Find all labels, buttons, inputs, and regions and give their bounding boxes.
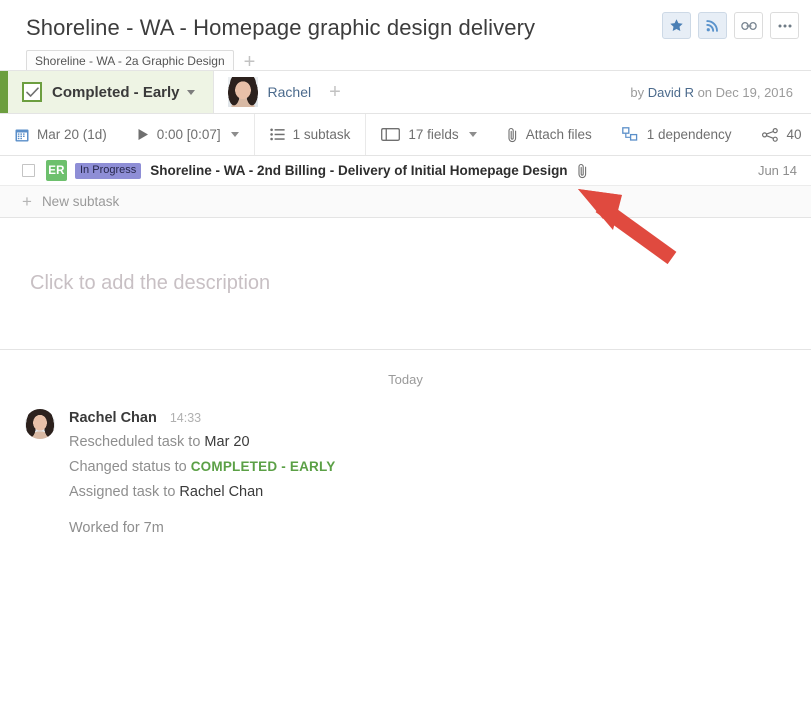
fields-icon — [381, 128, 401, 141]
subtask-checkbox[interactable] — [22, 164, 35, 177]
day-separator: Today — [388, 372, 423, 387]
add-assignee-button[interactable]: + — [329, 81, 341, 104]
task-toolbar: Mar 20 (1d) 0:00 [0:07] 1 subtask 17 fie… — [0, 114, 811, 156]
completed-checkbox-icon — [22, 82, 42, 102]
play-icon — [137, 128, 149, 141]
subtasks-label: 1 subtask — [292, 127, 351, 142]
created-date: Dec 19, 2016 — [715, 84, 793, 100]
reschedule-prefix: Rescheduled task to — [69, 434, 205, 450]
more-options-button[interactable] — [770, 12, 799, 39]
activity-entry-body: Rachel Chan 14:33 Rescheduled task to Ma… — [69, 409, 335, 536]
reschedule-value: Mar 20 — [204, 434, 250, 450]
chevron-down-icon[interactable] — [468, 132, 477, 137]
timer-label: 0:00 [0:07] — [156, 127, 221, 142]
status-badge: In Progress — [75, 162, 142, 179]
star-icon — [669, 18, 684, 33]
activity-entry-header: Rachel Chan 14:33 — [69, 410, 335, 426]
dependency-label: 1 dependency — [646, 127, 732, 142]
timer-button[interactable]: 0:00 [0:07] — [122, 114, 254, 155]
new-subtask-label: New subtask — [41, 194, 120, 209]
assign-value: Rachel Chan — [179, 484, 264, 500]
chevron-down-icon[interactable] — [230, 132, 239, 137]
activity-entry: Rachel Chan 14:33 Rescheduled task to Ma… — [0, 387, 811, 536]
fields-label: 17 fields — [408, 127, 459, 142]
created-middle: on — [693, 84, 716, 100]
assign-prefix: Assigned task to — [69, 484, 180, 500]
subtasks-button[interactable]: 1 subtask — [253, 114, 366, 155]
task-detail-page: Shoreline - WA - Homepage graphic design… — [0, 0, 811, 727]
created-author[interactable]: David R — [648, 85, 694, 100]
rss-icon — [705, 18, 720, 33]
list-icon — [269, 128, 285, 141]
attach-files-button[interactable]: Attach files — [492, 114, 607, 155]
copy-link-button[interactable] — [734, 12, 763, 39]
ellipsis-icon — [777, 23, 793, 29]
chevron-down-icon — [186, 89, 195, 95]
header-actions — [662, 12, 799, 39]
new-subtask-button[interactable]: + New subtask — [0, 186, 811, 218]
activity-time: 14:33 — [169, 411, 202, 425]
attach-files-label: Attach files — [525, 127, 592, 142]
status-change-value: COMPLETED - EARLY — [190, 459, 336, 474]
page-header: Shoreline - WA - Homepage graphic design… — [0, 0, 811, 73]
activity-worked-time: Worked for 7m — [69, 520, 164, 536]
activity-line-status: Changed status to COMPLETED - EARLY — [69, 458, 335, 476]
status-bar: Completed - Early Rachel + by David R on… — [0, 70, 811, 114]
created-prefix: by — [630, 84, 648, 100]
shares-button[interactable]: 40 — [747, 114, 811, 155]
activity-feed: Today Rachel Chan 14:33 Rescheduled task… — [0, 350, 811, 536]
created-by-info: by David R on Dec 19, 2016 — [630, 85, 811, 100]
assignee-name: Rachel — [267, 84, 312, 100]
add-tag-button[interactable]: + — [244, 52, 256, 72]
table-row[interactable]: ER In Progress Shoreline - WA - 2nd Bill… — [0, 156, 811, 186]
activity-author[interactable]: Rachel Chan — [69, 410, 157, 426]
follow-button[interactable] — [698, 12, 727, 39]
calendar-icon — [15, 128, 29, 142]
shares-count: 40 — [786, 127, 802, 142]
subtask-list: ER In Progress Shoreline - WA - 2nd Bill… — [0, 156, 811, 218]
due-date-button[interactable]: Mar 20 (1d) — [0, 114, 122, 155]
assignee-avatar — [227, 77, 258, 107]
fields-button[interactable]: 17 fields — [365, 114, 491, 155]
favorite-button[interactable] — [662, 12, 691, 39]
plus-icon: + — [22, 191, 32, 211]
due-date-label: Mar 20 (1d) — [37, 127, 107, 142]
subtask-date: Jun 14 — [757, 163, 797, 178]
attachment-paperclip-icon[interactable] — [577, 163, 588, 179]
status-label: Completed - Early — [52, 83, 180, 101]
assignee-selector[interactable]: Rachel + — [212, 71, 355, 113]
activity-line-assign: Assigned task to Rachel Chan — [69, 483, 335, 501]
avatar — [25, 409, 55, 439]
status-selector[interactable]: Completed - Early — [0, 71, 213, 113]
subtask-title[interactable]: Shoreline - WA - 2nd Billing - Delivery … — [150, 163, 567, 178]
description-placeholder[interactable]: Click to add the description — [0, 218, 811, 349]
dependency-icon — [621, 127, 639, 142]
paperclip-icon — [507, 127, 518, 143]
link-icon — [740, 20, 757, 32]
activity-line-reschedule: Rescheduled task to Mar 20 — [69, 433, 335, 451]
status-change-prefix: Changed status to — [69, 459, 191, 475]
avatar: ER — [46, 160, 67, 181]
dependency-button[interactable]: 1 dependency — [607, 114, 747, 155]
share-network-icon — [761, 127, 779, 142]
